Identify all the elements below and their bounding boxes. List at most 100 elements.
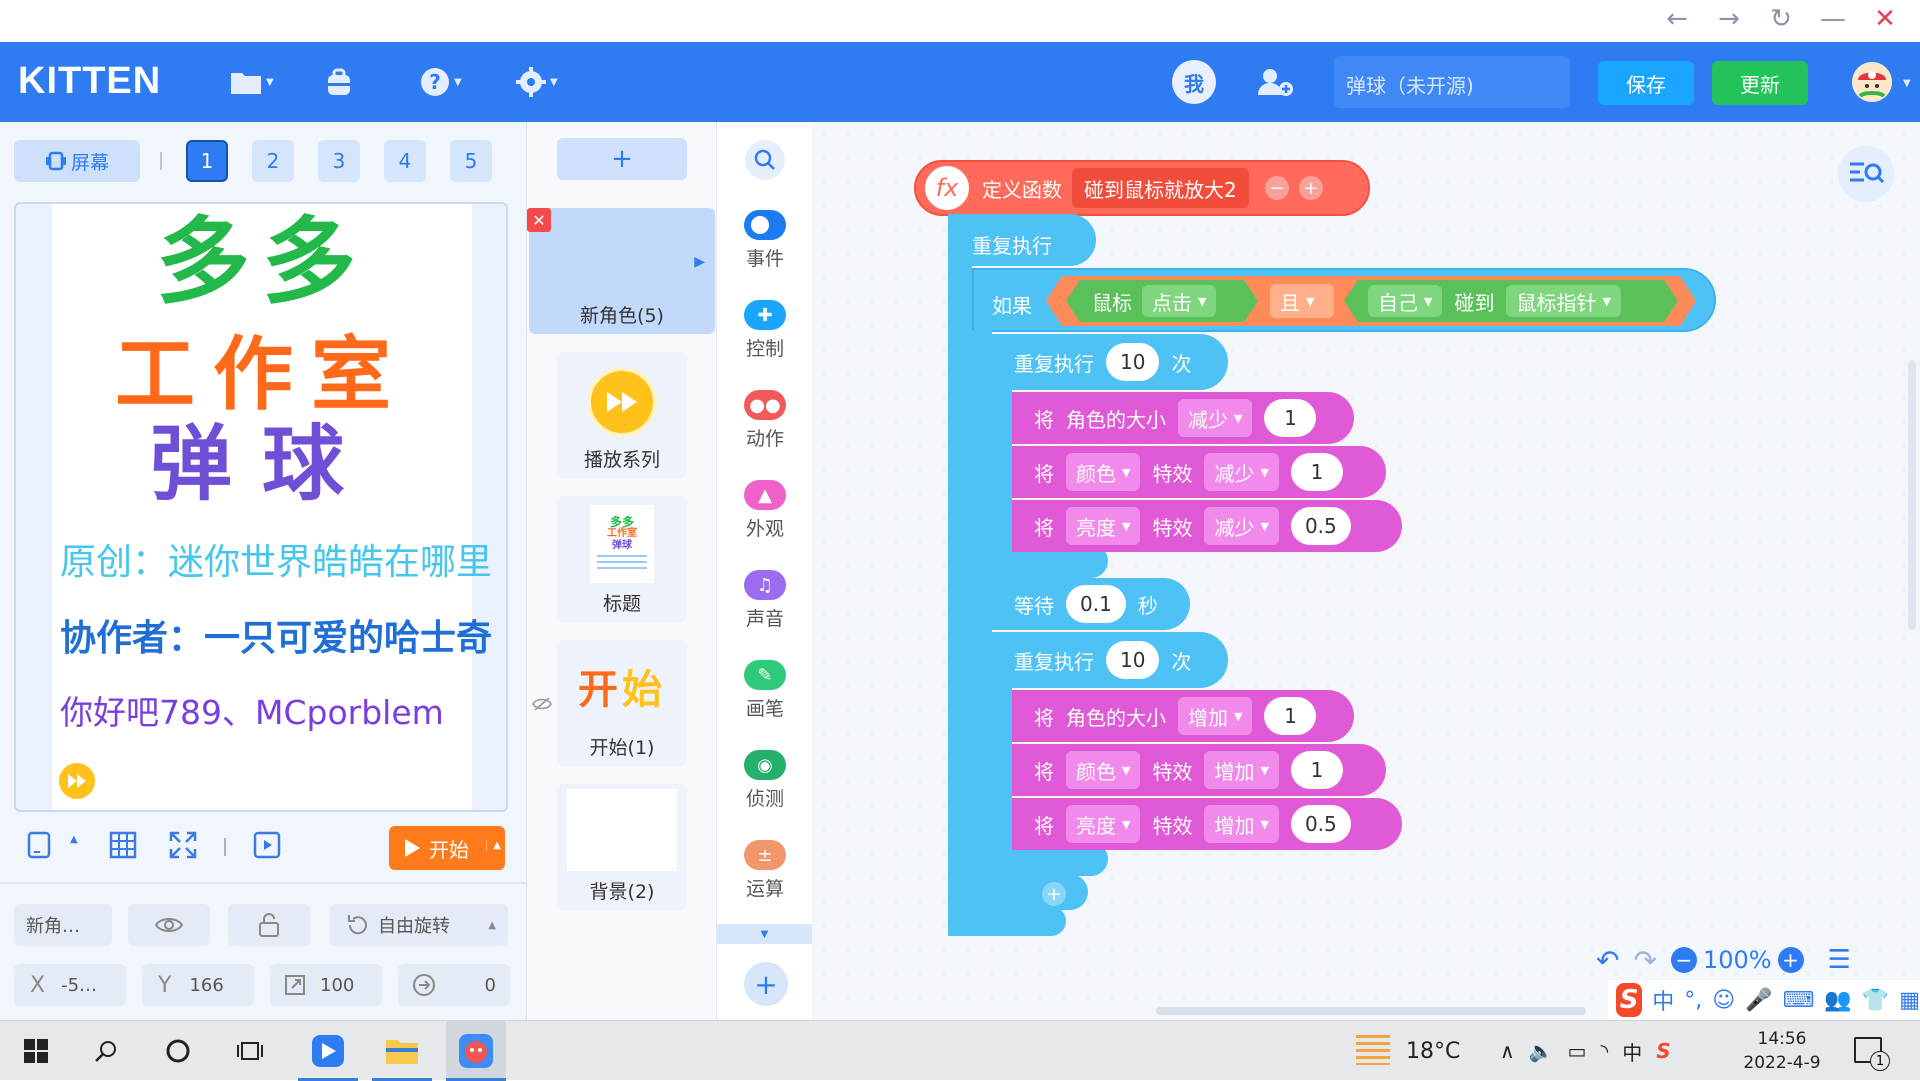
ime-punct-toggle[interactable]: °, — [1684, 988, 1702, 1013]
volume-icon[interactable]: 🔈 — [1529, 1039, 1554, 1063]
wait-seconds-field[interactable]: 0.1 — [1066, 585, 1126, 623]
effect-type-dropdown-4[interactable]: 亮度 ▼ — [1066, 805, 1141, 843]
category-pen[interactable]: ✎ 画笔 — [717, 660, 813, 721]
hidden-sprite-icon[interactable] — [532, 696, 552, 716]
stage-preview[interactable]: 多多 工作室 弹球 原创：迷你世界皓皓在哪里 协作者：一只可爱的哈士奇 你好吧7… — [14, 202, 508, 812]
size-field[interactable]: 100 — [270, 964, 382, 1006]
stage-canvas[interactable]: 多多 工作室 弹球 原创：迷你世界皓皓在哪里 协作者：一只可爱的哈士奇 你好吧7… — [52, 204, 492, 810]
self-dropdown[interactable]: 自己 ▼ — [1368, 285, 1442, 317]
if-add-icon[interactable]: + — [1042, 882, 1066, 906]
delete-sprite-icon[interactable]: ✕ — [527, 208, 551, 232]
collaborate-button[interactable] — [1256, 64, 1296, 100]
workspace-search-button[interactable] — [1838, 146, 1894, 202]
fullscreen-mode-icon[interactable] — [26, 830, 54, 864]
effect-op-dropdown-2[interactable]: 减少 ▼ — [1204, 507, 1279, 545]
game-app-icon[interactable] — [446, 1021, 506, 1081]
define-function-block[interactable]: fx 定义函数 碰到鼠标就放大2 − + — [914, 160, 1370, 216]
file-explorer-icon[interactable] — [372, 1021, 432, 1081]
size-op-dropdown-2[interactable]: 增加 ▼ — [1178, 697, 1253, 735]
more-categories-icon[interactable]: ▼ — [717, 924, 812, 944]
increase-brightness-effect-block[interactable]: 将 亮度 ▼ 特效 增加 ▼ 0.5 — [1012, 798, 1402, 850]
start-options-caret-icon[interactable]: ▲ — [486, 840, 501, 851]
category-sound[interactable]: ♫ 声音 — [717, 570, 813, 631]
forward-icon[interactable]: → — [1714, 4, 1744, 34]
page-tab-3[interactable]: 3 — [318, 140, 360, 182]
mouse-click-condition[interactable]: 鼠标 点击 ▼ — [1066, 280, 1258, 322]
cortana-icon[interactable] — [148, 1021, 208, 1081]
effect-value-3[interactable]: 1 — [1290, 751, 1343, 789]
weather-icon[interactable] — [1356, 1035, 1390, 1065]
back-icon[interactable]: ← — [1662, 4, 1692, 34]
grid-icon[interactable] — [108, 830, 138, 864]
remove-param-icon[interactable]: − — [1264, 176, 1289, 200]
increase-size-block[interactable]: 将角色的大小 增加 ▼ 1 — [1012, 690, 1354, 742]
decrease-color-effect-block[interactable]: 将 颜色 ▼ 特效 减少 ▼ 1 — [1012, 446, 1386, 498]
effect-value-4[interactable]: 0.5 — [1290, 805, 1351, 843]
page-tab-4[interactable]: 4 — [384, 140, 426, 182]
battery-icon[interactable]: ▭ — [1568, 1039, 1587, 1063]
minimize-icon[interactable]: — — [1818, 4, 1848, 34]
avatar-caret-icon[interactable]: ▼ — [1903, 78, 1911, 89]
expand-icon[interactable] — [168, 830, 198, 864]
backpack-button[interactable] — [324, 64, 354, 100]
zoom-in-icon[interactable]: + — [1777, 947, 1804, 973]
apps-grid-icon[interactable]: ▦ — [1899, 988, 1920, 1013]
undo-icon[interactable]: ↶ — [1596, 944, 1619, 977]
save-button[interactable]: 保存 — [1598, 61, 1694, 105]
sprite-item-play-series[interactable]: 播放系列 — [557, 352, 687, 478]
page-tab-2[interactable]: 2 — [252, 140, 294, 182]
size-value-1[interactable]: 1 — [1264, 399, 1317, 437]
sogou-tray-icon[interactable]: S — [1656, 1039, 1670, 1063]
mouse-action-dropdown[interactable]: 点击 ▼ — [1142, 285, 1216, 317]
play-series-sprite[interactable] — [56, 760, 98, 802]
system-clock[interactable]: 14:56 2022-4-9 — [1732, 1027, 1832, 1075]
help-menu-button[interactable]: ? ▼ — [420, 64, 462, 100]
vertical-scrollbar[interactable] — [1908, 360, 1916, 630]
category-sensing[interactable]: ◉ 侦测 — [717, 750, 813, 811]
notification-center-icon[interactable]: 1 — [1854, 1037, 1890, 1071]
ime-language-toggle[interactable]: 中 — [1652, 984, 1674, 1016]
sprite-expand-icon[interactable]: ▶ — [694, 254, 705, 270]
redo-icon[interactable]: ↷ — [1633, 944, 1656, 977]
start-button[interactable]: 开始 ▲ — [389, 826, 505, 870]
effect-type-dropdown-2[interactable]: 亮度 ▼ — [1066, 507, 1141, 545]
repeat-count-2[interactable]: 10 — [1106, 641, 1160, 679]
stage-size-caret-icon[interactable]: ▲ — [70, 834, 78, 845]
effect-op-dropdown-3[interactable]: 增加 ▼ — [1204, 751, 1279, 789]
effect-type-dropdown-3[interactable]: 颜色 ▼ — [1066, 751, 1141, 789]
close-icon[interactable]: ✕ — [1870, 4, 1900, 34]
skin-icon[interactable]: 👕 — [1862, 988, 1889, 1013]
add-sprite-button[interactable]: + — [557, 138, 687, 180]
settings-menu-button[interactable]: ▼ — [516, 64, 558, 100]
weather-temperature[interactable]: 18°C — [1406, 1021, 1460, 1081]
touching-condition[interactable]: 自己 ▼ 碰到 鼠标指针 ▼ — [1344, 280, 1678, 322]
windows-start-icon[interactable] — [6, 1021, 66, 1081]
size-op-dropdown-1[interactable]: 减少 ▼ — [1178, 399, 1253, 437]
my-profile-button[interactable]: 我 — [1172, 60, 1216, 104]
touch-target-dropdown[interactable]: 鼠标指针 ▼ — [1506, 285, 1620, 317]
file-menu-button[interactable]: ▼ — [230, 64, 274, 100]
update-button[interactable]: 更新 — [1712, 61, 1808, 105]
refresh-icon[interactable]: ↻ — [1766, 4, 1796, 34]
x-position-field[interactable]: X -5… — [14, 964, 126, 1006]
ime-tray-label[interactable]: 中 — [1622, 1037, 1642, 1066]
emoji-icon[interactable]: ☺ — [1712, 988, 1735, 1013]
add-extension-button[interactable]: + — [744, 962, 788, 1006]
users-icon[interactable]: 👥 — [1824, 988, 1851, 1013]
kitten-app-icon[interactable] — [298, 1021, 358, 1081]
wait-block[interactable]: 等待 0.1 秒 — [992, 578, 1190, 630]
task-view-icon[interactable] — [220, 1021, 280, 1081]
horizontal-scrollbar[interactable] — [1156, 1007, 1586, 1015]
lock-toggle[interactable] — [228, 904, 310, 946]
repeat-count-1[interactable]: 10 — [1106, 343, 1160, 381]
preview-icon[interactable] — [252, 830, 282, 864]
rotation-mode-select[interactable]: 自由旋转 ▲ — [330, 904, 508, 946]
project-name-input[interactable]: 弹球（未开源) — [1334, 56, 1570, 108]
and-operator-dropdown[interactable]: 且 ▼ — [1270, 284, 1334, 318]
tray-expand-icon[interactable]: ∧ — [1500, 1039, 1515, 1063]
arrange-blocks-icon[interactable]: ☰ — [1828, 945, 1851, 975]
effect-value-2[interactable]: 0.5 — [1290, 507, 1351, 545]
direction-field[interactable]: 0 — [398, 964, 510, 1006]
block-search-button[interactable] — [745, 140, 785, 180]
size-value-2[interactable]: 1 — [1264, 697, 1317, 735]
